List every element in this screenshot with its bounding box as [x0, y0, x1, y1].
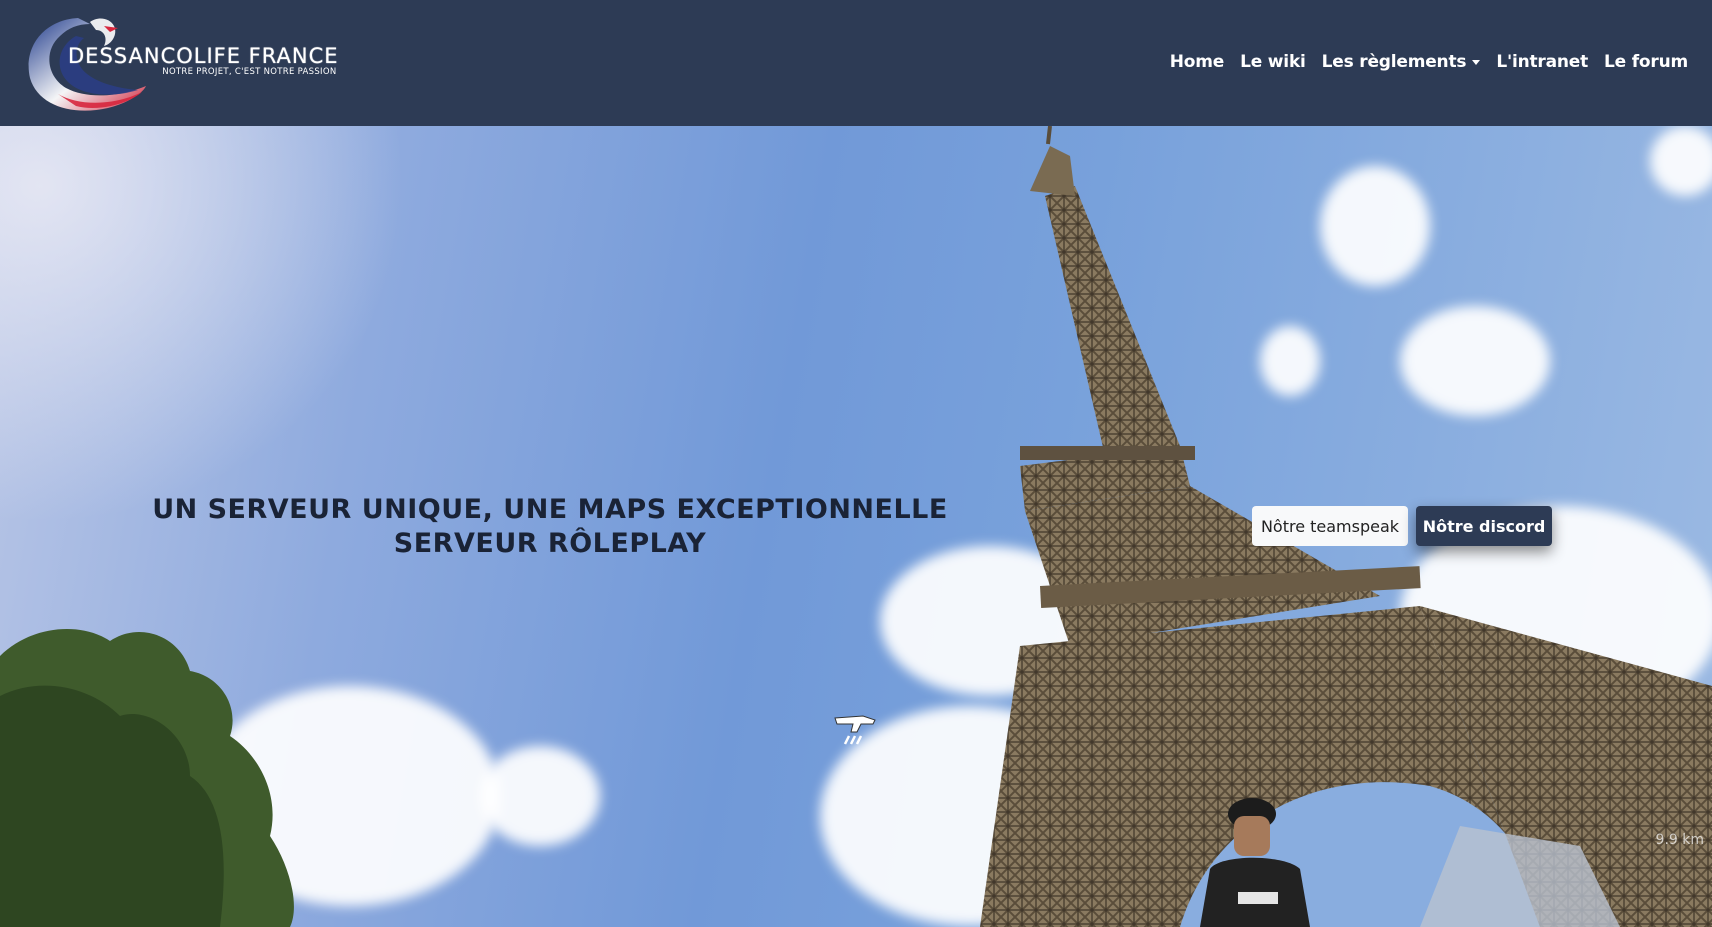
nav-reglements-dropdown[interactable]: Les règlements	[1322, 52, 1481, 72]
hero-banner: UN SERVEUR UNIQUE, UNE MAPS EXCEPTIONNEL…	[0, 126, 1712, 927]
hero-heading-line2: SERVEUR RÔLEPLAY	[393, 528, 707, 559]
navbar: DESSANCOLIFE FRANCE NOTRE PROJET, C'EST …	[0, 0, 1712, 126]
nav-home[interactable]: Home	[1170, 52, 1225, 72]
nav-intranet[interactable]: L'intranet	[1496, 52, 1588, 72]
nav-reglements-label: Les règlements	[1321, 52, 1467, 72]
brand-logo[interactable]: DESSANCOLIFE FRANCE NOTRE PROJET, C'EST …	[18, 8, 338, 118]
nav-wiki[interactable]: Le wiki	[1240, 52, 1306, 72]
main-nav: Home Le wiki Les règlements L'intranet L…	[1170, 52, 1694, 72]
distance-readout: 9.9 km	[1655, 832, 1704, 848]
brand-text: DESSANCOLIFE FRANCE NOTRE PROJET, C'EST …	[68, 44, 339, 77]
brand-title: DESSANCOLIFE FRANCE	[68, 44, 339, 68]
hero-heading-line1: UN SERVEUR UNIQUE, UNE MAPS EXCEPTIONNEL…	[152, 494, 948, 525]
brand-tagline: NOTRE PROJET, C'EST NOTRE PASSION	[162, 67, 337, 77]
teamspeak-button[interactable]: Nôtre teamspeak	[1252, 506, 1408, 546]
discord-button[interactable]: Nôtre discord	[1416, 506, 1552, 546]
cloud	[480, 746, 600, 846]
nav-forum[interactable]: Le forum	[1604, 52, 1688, 72]
tree-image	[0, 629, 294, 927]
weapon-hud-icon	[834, 715, 876, 745]
hero-heading: UN SERVEUR UNIQUE, UNE MAPS EXCEPTIONNEL…	[100, 493, 1000, 561]
police-character-image	[1200, 798, 1310, 927]
chevron-down-icon	[1472, 59, 1481, 65]
